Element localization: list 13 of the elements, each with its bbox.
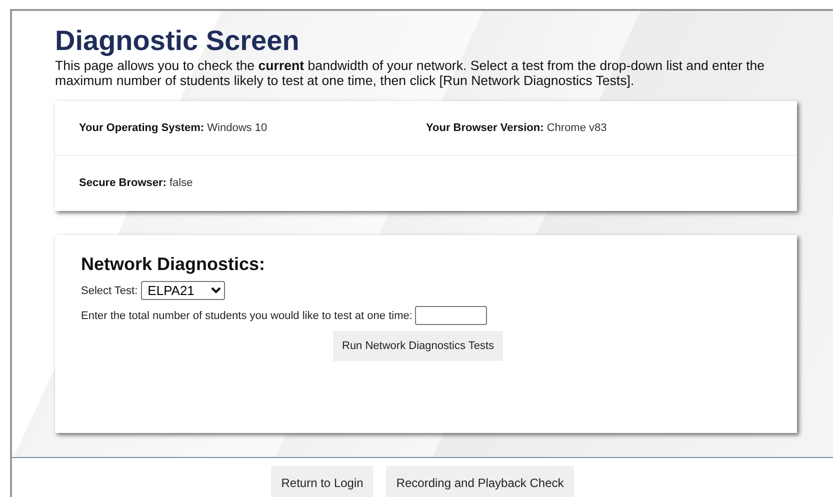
info-text: Your Browser Version: Chrome v83 (426, 122, 607, 134)
page-title: Diagnostic Screen (55, 25, 300, 57)
students-label: Enter the total number of students you would like to test at one time: (81, 310, 412, 322)
page-description: This page allows you to check the current bandwidth of your network. Select a test from the drop-down list and enter the maximum number of students likely to test at one time, then click [Run Network Diagnostics Tests]. (55, 58, 766, 88)
test-select[interactable]: ELPA21 (140, 281, 225, 300)
section-title: Network Diagnostics: (81, 254, 266, 275)
info-text: Secure Browser: false (79, 177, 193, 189)
footer-button[interactable]: Recording and Playback Check (386, 466, 574, 497)
footer-button[interactable]: Return to Login (271, 466, 374, 497)
run-tests-button[interactable]: Run Network Diagnostics Tests (333, 331, 504, 361)
info-text: Your Operating System: Windows 10 (79, 122, 268, 134)
select-label: Select Test: (81, 284, 138, 296)
students-input-field[interactable] (415, 306, 488, 325)
